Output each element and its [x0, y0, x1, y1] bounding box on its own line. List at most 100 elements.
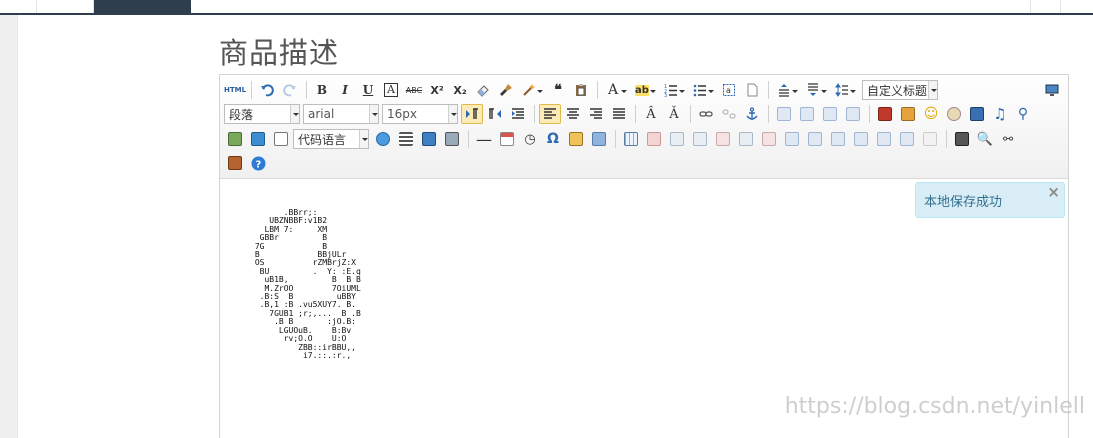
word-image-button[interactable]	[588, 129, 610, 149]
paragraph-select[interactable]: 段落	[224, 104, 300, 124]
image-center-button[interactable]	[842, 104, 864, 124]
time-button[interactable]: ◷	[519, 129, 541, 149]
align-left-button[interactable]	[539, 104, 561, 124]
align-right-button[interactable]	[585, 104, 607, 124]
map-button[interactable]	[224, 129, 246, 149]
image-none-button[interactable]	[773, 104, 795, 124]
insert-row-button[interactable]	[689, 129, 711, 149]
spacing-top-icon	[779, 84, 789, 97]
background-button[interactable]	[441, 129, 463, 149]
font-family-value: arial	[308, 107, 335, 121]
indent-button[interactable]	[507, 104, 529, 124]
close-icon[interactable]: ×	[1047, 183, 1060, 201]
eraser-button[interactable]	[472, 80, 494, 100]
insert-col-button[interactable]	[735, 129, 757, 149]
web-app-button[interactable]	[372, 129, 394, 149]
image-icon	[878, 107, 892, 121]
superscript-button[interactable]: X²	[426, 80, 448, 100]
unlink-button[interactable]	[718, 104, 740, 124]
merge-right-button[interactable]	[804, 129, 826, 149]
nav-tab-2[interactable]	[37, 0, 94, 13]
insert-image-button[interactable]	[897, 104, 919, 124]
date-button[interactable]	[496, 129, 518, 149]
delete-col-button[interactable]	[758, 129, 780, 149]
insert-frame-button[interactable]	[270, 129, 292, 149]
underline-button[interactable]: U	[357, 80, 379, 100]
help-button[interactable]: ?	[247, 153, 269, 173]
preview-button[interactable]: 🔍	[974, 129, 996, 149]
gmap-button[interactable]	[247, 129, 269, 149]
insert-table-button[interactable]	[620, 129, 642, 149]
align-center-button[interactable]	[562, 104, 584, 124]
link-button[interactable]	[695, 104, 717, 124]
merge-down-button[interactable]	[827, 129, 849, 149]
subscript-button[interactable]: X₂	[449, 80, 471, 100]
horizontal-rule-button[interactable]: —	[473, 129, 495, 149]
strikethrough-button[interactable]: ABC	[403, 80, 425, 100]
nav-tab-1[interactable]	[0, 0, 37, 13]
split-cols-button[interactable]	[896, 129, 918, 149]
font-size-select[interactable]: 16px	[382, 104, 458, 124]
split-rows-button[interactable]	[873, 129, 895, 149]
fullscreen-button[interactable]	[1041, 80, 1063, 100]
merge-cells-button[interactable]	[781, 129, 803, 149]
table-properties-button[interactable]	[919, 129, 941, 149]
images-icon	[901, 107, 915, 121]
clear-doc-button[interactable]	[741, 80, 763, 100]
chevron-down-icon	[369, 105, 378, 123]
nav-right-item-1[interactable]	[1030, 0, 1060, 13]
font-family-select[interactable]: arial	[303, 104, 379, 124]
snapscreen-button[interactable]	[565, 129, 587, 149]
row-spacing-bottom-button[interactable]	[802, 80, 830, 100]
draft-button[interactable]	[224, 153, 246, 173]
template-button[interactable]	[418, 129, 440, 149]
insert-video-button[interactable]	[966, 104, 988, 124]
italic-button[interactable]: I	[334, 80, 356, 100]
paste-plain-button[interactable]	[570, 80, 592, 100]
background-color-button[interactable]: ab	[631, 80, 659, 100]
nav-right-item-2[interactable]	[1060, 0, 1093, 13]
attachment-button[interactable]: ⚲	[1012, 104, 1034, 124]
image-right-button[interactable]	[819, 104, 841, 124]
music-button[interactable]: ♫	[989, 104, 1011, 124]
special-chars-button[interactable]: Ω	[542, 129, 564, 149]
row-spacing-top-button[interactable]	[773, 80, 801, 100]
select-all-button[interactable]: a	[718, 80, 740, 100]
blockquote-button[interactable]: ❝	[547, 80, 569, 100]
scrawl-button[interactable]	[943, 104, 965, 124]
custom-style-select[interactable]: 自定义标题	[862, 80, 938, 100]
font-border-button[interactable]: A	[380, 80, 402, 100]
align-justify-button[interactable]	[608, 104, 630, 124]
rtl-direction-button[interactable]	[484, 104, 506, 124]
font-color-button[interactable]: A	[602, 80, 630, 100]
page-break-button[interactable]	[395, 129, 417, 149]
undo-button[interactable]	[256, 80, 278, 100]
align-justify-icon	[613, 108, 625, 119]
code-language-select[interactable]: 代码语言	[293, 129, 369, 149]
ltr-direction-button[interactable]	[461, 104, 483, 124]
nav-tab-active[interactable]	[94, 0, 191, 15]
bold-button[interactable]: B	[311, 80, 333, 100]
split-cells-button[interactable]	[850, 129, 872, 149]
html-source-button[interactable]: HTML	[224, 80, 246, 100]
delete-table-button[interactable]	[643, 129, 665, 149]
delete-row-button[interactable]	[712, 129, 734, 149]
format-painter-button[interactable]	[495, 80, 517, 100]
insert-paragraph-before-table-button[interactable]	[666, 129, 688, 149]
word-image-icon	[592, 132, 606, 146]
simple-upload-button[interactable]	[874, 104, 896, 124]
unordered-list-button[interactable]	[689, 80, 717, 100]
emotion-button[interactable]: ☺	[920, 104, 942, 124]
paste-text-icon	[576, 84, 586, 96]
image-left-button[interactable]	[796, 104, 818, 124]
to-uppercase-button[interactable]: Â	[640, 104, 662, 124]
editor-content[interactable]: .BBrr;: UBZNBBF:v1B2 LBM 7: XM GBBr B 7G…	[250, 208, 361, 360]
to-lowercase-button[interactable]: Ǎ	[663, 104, 685, 124]
auto-typeset-button[interactable]	[518, 80, 546, 100]
line-height-button[interactable]	[831, 80, 859, 100]
ordered-list-button[interactable]: 123	[660, 80, 688, 100]
print-button[interactable]	[951, 129, 973, 149]
search-replace-button[interactable]: ⚯	[997, 129, 1019, 149]
anchor-button[interactable]	[741, 104, 763, 124]
redo-button[interactable]	[279, 80, 301, 100]
